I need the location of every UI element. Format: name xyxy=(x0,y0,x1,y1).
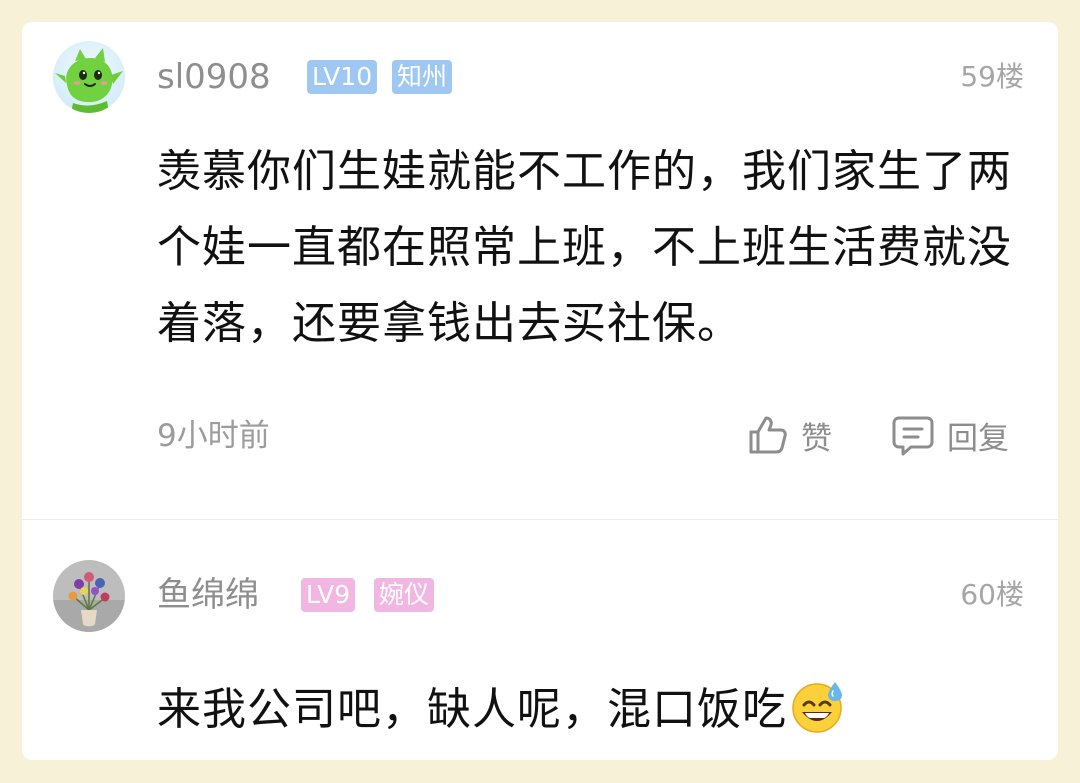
comment-text: 羡慕你们生娃就能不工作的，我们家生了两个娃一直都在照常上班，不上班生活费就没着落… xyxy=(157,146,1012,349)
comment-card: sl0908 LV10 知州 59楼 羡慕你们生娃就能不工作的，我们家生了两个娃… xyxy=(22,22,1058,760)
username[interactable]: 鱼绵绵 xyxy=(157,575,259,615)
title-badge: 知州 xyxy=(392,60,453,94)
avatar[interactable] xyxy=(53,560,125,632)
reply-label: 回复 xyxy=(947,420,1009,457)
level-badge: LV10 xyxy=(307,60,378,94)
avatar[interactable] xyxy=(53,41,125,113)
timestamp: 9小时前 xyxy=(157,418,270,454)
comment-item: 鱼绵绵 LV9 婉仪 60楼 来我公司吧，缺人呢，混口饭吃 xyxy=(22,520,1058,760)
username[interactable]: sl0908 xyxy=(157,57,271,97)
thumbs-up-icon xyxy=(747,414,789,456)
floor-number: 60楼 xyxy=(960,578,1024,611)
title-badge: 婉仪 xyxy=(374,578,435,612)
flower-vase-avatar-icon xyxy=(53,560,125,632)
sweat-smile-emoji-icon xyxy=(789,678,845,758)
like-button[interactable]: 赞 xyxy=(747,412,832,458)
comment-item: sl0908 LV10 知州 59楼 羡慕你们生娃就能不工作的，我们家生了两个娃… xyxy=(22,22,1058,519)
green-character-avatar-icon xyxy=(53,41,125,113)
like-label: 赞 xyxy=(801,420,832,457)
level-badge: LV9 xyxy=(301,578,356,612)
comment-text: 来我公司吧，缺人呢，混口饭吃 xyxy=(157,672,1017,758)
comment-text-body: 来我公司吧，缺人呢，混口饭吃 xyxy=(157,684,787,735)
comment-bubble-icon xyxy=(891,413,935,457)
floor-number: 59楼 xyxy=(960,60,1024,93)
reply-button[interactable]: 回复 xyxy=(891,412,1009,458)
